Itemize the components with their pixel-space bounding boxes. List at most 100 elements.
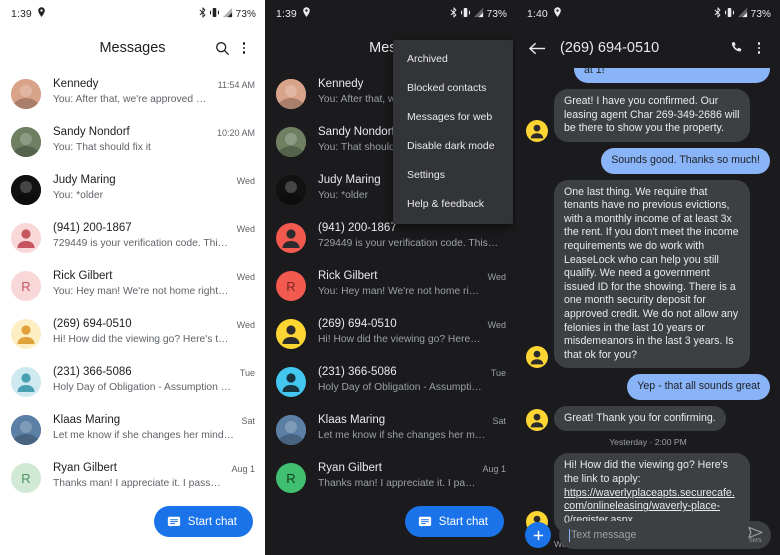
conversation-row[interactable]: R Rick Gilbert You: Hey man! We're not hom… <box>265 262 516 310</box>
message-bubble[interactable]: Sounds good. Thanks so much! <box>601 147 770 174</box>
application-link[interactable]: https://waverlyplaceapts.securecafe.com/… <box>564 487 735 526</box>
conversation-timestamp: 10:20 AM <box>216 128 255 138</box>
conversation-snippet: You: Hey man! We're not home right now b… <box>318 286 482 297</box>
page-title: Messages <box>99 40 166 56</box>
message-bubble[interactable]: Got the okay from my boss. See you at 1! <box>574 68 770 84</box>
conversation-timestamp: 11:54 AM <box>217 80 255 90</box>
message-bubble[interactable]: Great! I have you confirmed. Our leasing… <box>554 89 750 142</box>
conversation-snippet: Hi! How did the viewing go? Here's the l… <box>318 334 482 345</box>
conversation-snippet: Hi! How did the viewing go? Here's the l… <box>53 334 231 345</box>
conversation-name: Rick Gilbert <box>318 270 378 282</box>
conversation-row[interactable]: (231) 366-5086 Holy Day of Obligation - A… <box>265 358 516 406</box>
overflow-menu-icon[interactable] <box>233 37 255 59</box>
message-bubble[interactable]: One last thing. We require that tenants … <box>554 179 750 369</box>
menu-item[interactable]: Blocked contacts <box>393 74 513 103</box>
signal-icon <box>222 7 233 21</box>
conversation-row[interactable]: Sandy Nondorf You: That should fix it 10:2… <box>0 118 265 166</box>
avatar-person-icon <box>526 409 548 432</box>
panel-messages-light: 1:39 73% Messages Kennedy You: After tha… <box>0 0 265 555</box>
chat-bubble-icon <box>418 516 431 527</box>
send-type-label: SMS <box>749 538 762 544</box>
conversation-row[interactable]: (269) 694-0510 Hi! How did the viewing go… <box>265 310 516 358</box>
conversation-timestamp: Tue <box>239 368 255 378</box>
chat-bubble-icon <box>167 516 180 527</box>
avatar-person-icon <box>276 223 306 253</box>
avatar-initial: R <box>11 271 41 301</box>
message-thread[interactable]: Got the okay from my boss. See you at 1!… <box>516 68 780 555</box>
avatar-photo <box>11 127 41 157</box>
conversation-name: (231) 366-5086 <box>318 366 397 378</box>
conversation-row[interactable]: Klaas Maring Let me know if she changes h… <box>265 406 516 454</box>
status-clock: 1:39 <box>11 8 32 20</box>
overflow-menu-icon[interactable] <box>748 37 770 59</box>
send-button[interactable]: SMS <box>748 526 763 544</box>
conversation-row[interactable]: R Ryan Gilbert Thanks man! I appreciate it… <box>265 454 516 502</box>
conversation-timestamp: Wed <box>236 224 255 234</box>
avatar-photo <box>11 175 41 205</box>
conversation-app-bar: (269) 694-0510 <box>516 28 780 68</box>
conversation-row[interactable]: (941) 200-1867 729449 is your verificatio… <box>0 214 265 262</box>
conversation-timestamp: Wed <box>487 272 506 282</box>
message-row: Great! Thank you for confirming. <box>516 405 780 432</box>
message-row: Yep - that all sounds great <box>516 374 780 400</box>
battery-percent: 73% <box>235 8 256 20</box>
conversation-name: Klaas Maring <box>318 414 386 426</box>
avatar-person-icon <box>276 319 306 349</box>
start-chat-fab[interactable]: Start chat <box>153 506 253 537</box>
avatar-person-icon <box>11 223 41 253</box>
avatar-photo <box>276 127 306 157</box>
message-row: Got the okay from my boss. See you at 1! <box>516 68 780 84</box>
signal-icon <box>737 7 748 21</box>
avatar-person-icon <box>276 367 306 397</box>
menu-item[interactable]: Disable dark mode <box>393 132 513 161</box>
menu-item[interactable]: Archived <box>393 45 513 74</box>
start-chat-fab[interactable]: Start chat <box>404 506 504 537</box>
conversation-row[interactable]: Judy Maring You: *older Wed <box>0 166 265 214</box>
conversation-snippet: Holy Day of Obligation - Assumption of t… <box>53 382 234 393</box>
conversation-snippet: You: That should fix it <box>53 142 151 153</box>
message-row: Great! I have you confirmed. Our leasing… <box>516 89 780 142</box>
menu-item[interactable]: Settings <box>393 161 513 190</box>
location-pin-icon <box>37 7 46 21</box>
conversation-name: Klaas Maring <box>53 414 121 426</box>
avatar-initial: R <box>11 463 41 493</box>
message-input-placeholder: Text message <box>571 529 637 541</box>
conversation-snippet: You: Hey man! We're not home right now b… <box>53 286 231 297</box>
message-bubble[interactable]: Great! Thank you for confirming. <box>554 405 726 432</box>
conversation-snippet: Thanks man! I appreciate it. I passed ou… <box>318 478 476 489</box>
conversation-name: (269) 694-0510 <box>53 318 132 330</box>
message-row: Sounds good. Thanks so much! <box>516 147 780 174</box>
message-bubble[interactable]: Yep - that all sounds great <box>627 374 770 400</box>
conversation-row[interactable]: Klaas Maring Let me know if she changes h… <box>0 406 265 454</box>
menu-item[interactable]: Help & feedback <box>393 190 513 219</box>
bluetooth-icon <box>449 7 458 21</box>
message-input-field[interactable]: Text message SMS <box>559 521 771 549</box>
back-arrow-icon[interactable] <box>526 37 548 59</box>
start-chat-label: Start chat <box>187 515 237 528</box>
conversation-name: Ryan Gilbert <box>53 462 117 474</box>
conversation-row[interactable]: (269) 694-0510 Hi! How did the viewing go… <box>0 310 265 358</box>
phone-icon[interactable] <box>726 37 748 59</box>
vibrate-icon <box>460 7 470 21</box>
avatar-initial: R <box>276 271 306 301</box>
conversation-row[interactable]: R Ryan Gilbert Thanks man! I appreciate it… <box>0 454 265 502</box>
message-composer: Text message SMS <box>516 521 780 549</box>
menu-item[interactable]: Messages for web <box>393 103 513 132</box>
search-icon[interactable] <box>211 37 233 59</box>
conversation-snippet: Holy Day of Obligation - Assumption of t… <box>318 382 485 393</box>
plus-icon[interactable] <box>525 522 551 548</box>
conversation-timestamp: Aug 1 <box>231 464 255 474</box>
conversation-row[interactable]: Kennedy You: After that, we're approved 🙂… <box>0 70 265 118</box>
conversation-timestamp: Wed <box>487 320 506 330</box>
conversation-name: (231) 366-5086 <box>53 366 132 378</box>
avatar-initial: R <box>276 463 306 493</box>
message-text: Hi! How did the viewing go? Here's the l… <box>564 459 728 486</box>
conversation-row[interactable]: R Rick Gilbert You: Hey man! We're not hom… <box>0 262 265 310</box>
conversation-name: Kennedy <box>53 78 99 90</box>
battery-percent: 73% <box>750 8 771 20</box>
conversation-row[interactable]: (231) 366-5086 Holy Day of Obligation - A… <box>0 358 265 406</box>
conversation-snippet: Let me know if she changes her mind agai… <box>53 430 236 441</box>
conversation-name: (941) 200-1867 <box>53 222 132 234</box>
conversation-name: Ryan Gilbert <box>318 462 382 474</box>
avatar-person-icon <box>526 346 548 369</box>
